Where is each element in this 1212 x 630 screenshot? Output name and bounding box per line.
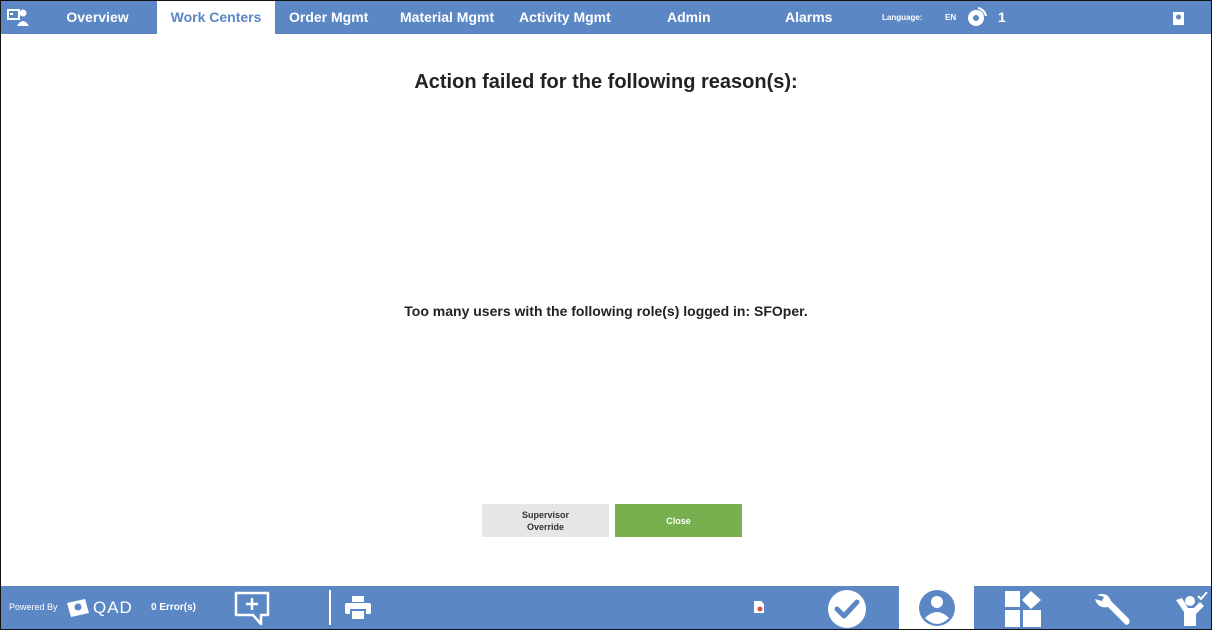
supervisor-override-button[interactable]: Supervisor Override <box>482 504 609 537</box>
brand-logo: QAD <box>1173 1 1211 58</box>
error-title: Action failed for the following reason(s… <box>414 71 798 93</box>
error-reason: Too many users with the following role(s… <box>404 303 808 319</box>
tab-overview[interactable]: Overview <box>52 1 143 34</box>
toolbar-divider <box>329 590 331 625</box>
powered-by-label: Powered By <box>9 602 58 612</box>
app-window: Overview Work Centers Order Mgmt Materia… <box>0 0 1212 630</box>
assist-person-icon[interactable] <box>1174 592 1208 626</box>
tab-material-mgmt[interactable]: Material Mgmt <box>400 1 494 34</box>
add-comment-icon[interactable] <box>233 591 271 627</box>
language-selector[interactable]: EN <box>945 1 956 34</box>
signal-icon[interactable] <box>964 6 988 30</box>
language-label: Language: <box>882 13 923 22</box>
document-error-icon <box>754 601 764 613</box>
brand-name: QAD <box>1173 43 1202 58</box>
tab-alarms[interactable]: Alarms <box>785 1 832 34</box>
top-nav-bar: Overview Work Centers Order Mgmt Materia… <box>1 1 1211 58</box>
tab-work-centers[interactable]: Work Centers <box>157 1 275 34</box>
footer-brand: QAD <box>67 598 133 618</box>
checkmark-icon[interactable] <box>827 589 867 629</box>
workstation-icon[interactable] <box>7 7 29 27</box>
override-label: Supervisor Override <box>521 509 570 532</box>
error-count[interactable]: 0 Error(s) <box>151 586 196 629</box>
dashboard-tiles-icon[interactable] <box>1005 591 1041 627</box>
tab-order-mgmt[interactable]: Order Mgmt <box>289 1 368 34</box>
user-count: 1 <box>998 9 1006 25</box>
footer-brand-name: QAD <box>93 598 133 617</box>
wrench-icon[interactable] <box>1093 591 1133 627</box>
close-button[interactable]: Close <box>615 504 742 537</box>
bottom-toolbar: Powered By QAD 0 Error(s) <box>1 586 1211 629</box>
print-icon[interactable] <box>345 596 371 620</box>
tab-activity-mgmt[interactable]: Activity Mgmt <box>519 1 611 34</box>
qad-logo-icon <box>1173 12 1184 26</box>
tab-admin[interactable]: Admin <box>667 1 711 34</box>
qad-logo-icon <box>67 599 89 617</box>
user-profile-icon[interactable] <box>917 588 957 628</box>
